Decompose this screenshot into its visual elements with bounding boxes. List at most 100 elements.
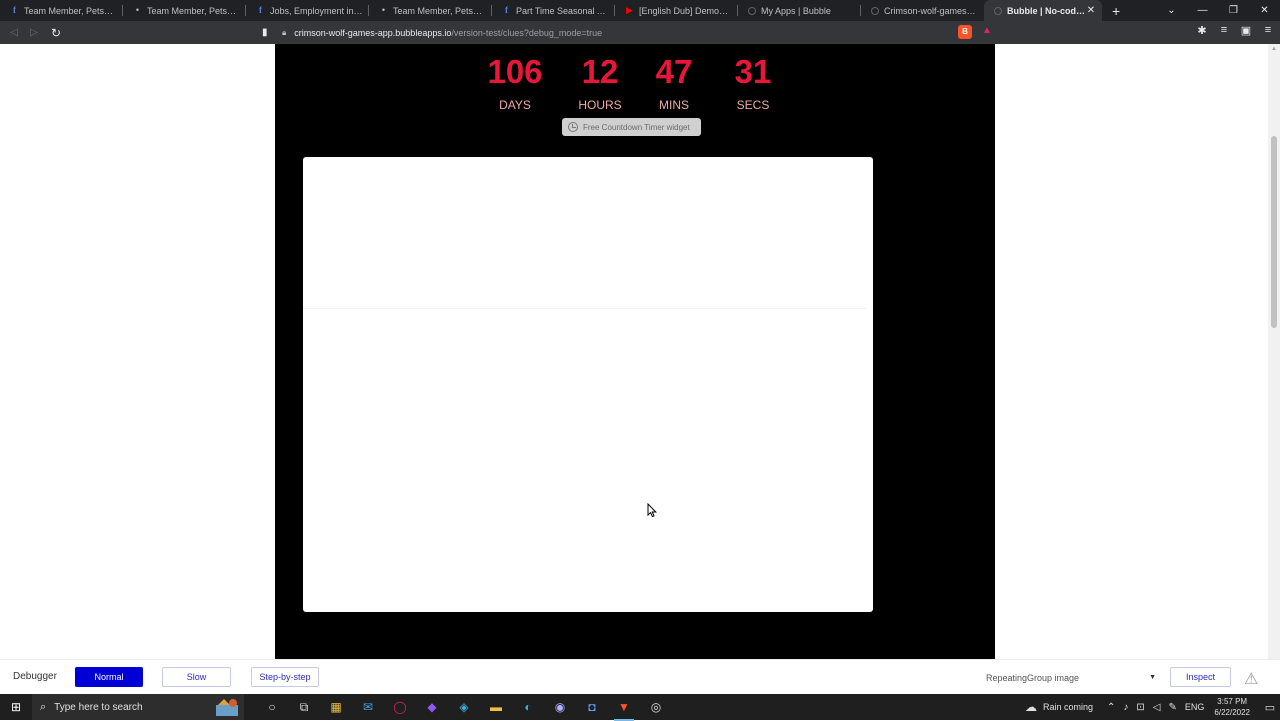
search-icon: ⌕ (40, 700, 47, 713)
countdown-widget-link[interactable]: Free Countdown Timer widget (562, 118, 701, 136)
opera-icon[interactable]: ◯ (384, 700, 416, 715)
element-select[interactable]: RepeatingGroup image ▼ (982, 668, 1162, 688)
wallet-icon[interactable]: ▣ (1240, 24, 1252, 37)
language-indicator[interactable]: ENG (1185, 702, 1205, 712)
countdown-mins: 47 MINS (654, 53, 694, 113)
youtube-icon: ▶ (626, 5, 633, 15)
chevron-down-icon: ▼ (1149, 674, 1156, 681)
tab-title: [English Dub] Demon S (639, 5, 732, 16)
tab-title: Jobs, Employment in Los Lu (270, 5, 363, 16)
page-viewport: 106 DAYS 12 HOURS 47 MINS 31 SECS Free C… (0, 44, 1268, 659)
notifications-icon[interactable]: ▭ (1260, 701, 1280, 714)
reload-icon[interactable]: ↻ (46, 26, 66, 40)
page-scrollbar[interactable]: ▲ (1268, 44, 1280, 659)
taskbar-apps: ○ ⧉ ▦ ✉ ◯ ◆ ◈ ▬ ◐ ◉ ◘ ▼ ◎ (256, 700, 672, 721)
lock-icon: 🔒︎ (282, 27, 287, 37)
normal-mode-button[interactable]: Normal (75, 667, 143, 687)
clock-date: 6/22/2022 (1214, 708, 1250, 717)
search-placeholder: Type here to search (54, 701, 143, 713)
weather-text: Rain coming (1042, 702, 1094, 712)
restore-icon[interactable]: ❐ (1218, 0, 1249, 21)
browser-tab[interactable]: f Part Time Seasonal Associ (492, 0, 615, 21)
scroll-thumb[interactable] (1271, 136, 1277, 328)
browser-tab[interactable]: My Apps | Bubble (738, 0, 861, 21)
facebook-icon: f (505, 5, 508, 15)
bubble-debugger-bar: Debugger Normal Slow Step-by-step Repeat… (0, 659, 1280, 694)
app-icon-3[interactable]: ◘ (576, 700, 608, 715)
network-icon[interactable]: ⊡ (1136, 702, 1144, 713)
app-icon-2[interactable]: ◉ (544, 700, 576, 715)
browser-tab[interactable]: f Jobs, Employment in Los Lu (246, 0, 369, 21)
microphone-icon[interactable]: ♪ (1123, 702, 1128, 713)
minimize-icon[interactable]: — (1187, 0, 1218, 21)
search-highlight-art-icon (216, 699, 238, 716)
mail-icon[interactable]: ✉ (352, 700, 384, 715)
tab-title: Bubble | No-code apps (1007, 5, 1086, 16)
hours-value: 12 (581, 53, 619, 90)
repeating-group-card (303, 157, 873, 612)
countdown-secs: 31 SECS (733, 54, 773, 113)
days-label: DAYS (499, 98, 531, 112)
tab-title: Team Member, Petsense in (147, 5, 240, 16)
rain-cloud-icon: ☁ (1024, 700, 1037, 714)
address-bar[interactable]: 🔒︎ crimson-wolf-games-app.bubbleapps.io … (282, 23, 1000, 42)
url-host: crimson-wolf-games-app.bubbleapps.io (294, 27, 452, 38)
bubble-icon (871, 6, 879, 15)
window-controls: ⌄ — ❐ ✕ (1156, 0, 1280, 21)
edge-icon[interactable]: ◐ (512, 700, 544, 715)
app-icon[interactable]: ◈ (448, 700, 480, 715)
browser-tab[interactable]: Crimson-wolf-games-app (861, 0, 984, 21)
brave-shield-icon[interactable]: B (958, 25, 972, 39)
taskbar-search[interactable]: ⌕ Type here to search (32, 694, 244, 720)
dot-icon: • (135, 5, 140, 15)
browser-toolbar: ◁ ▷ ↻ ▮ 🔒︎ crimson-wolf-games-app.bubble… (0, 21, 1280, 44)
mins-value: 47 (655, 53, 693, 90)
inspect-button[interactable]: Inspect (1170, 667, 1231, 687)
tab-title: Crimson-wolf-games-app (884, 5, 978, 16)
clock-time: 3:57 PM (1217, 697, 1248, 706)
countdown-hours: 12 HOURS (575, 53, 625, 113)
windows-start-icon[interactable]: ⊞ (0, 700, 32, 714)
forward-icon[interactable]: ▷ (24, 27, 44, 38)
slow-mode-button[interactable]: Slow (162, 667, 231, 687)
warning-icon[interactable]: ⚠ (1244, 669, 1258, 689)
extensions-icon[interactable]: ✱ (1196, 24, 1208, 37)
browser-tab[interactable]: • Team Member, Petsense in (123, 0, 246, 21)
reading-list-icon[interactable]: ≡ (1218, 24, 1230, 37)
browser-tab-strip: f Team Member, Petsense - L • Team Membe… (0, 0, 1280, 21)
tab-search-icon[interactable]: ⌄ (1156, 0, 1187, 21)
element-select-value: RepeatingGroup image (986, 673, 1080, 683)
chrome-app-icon[interactable]: ◎ (640, 700, 672, 715)
cortana-icon[interactable]: ○ (256, 700, 288, 715)
step-by-step-button[interactable]: Step-by-step (251, 667, 319, 687)
widget-link-label: Free Countdown Timer widget (583, 122, 690, 132)
obsidian-icon[interactable]: ◆ (416, 700, 448, 715)
weather-widget[interactable]: ☁ Rain coming (1025, 700, 1093, 714)
browser-tab[interactable]: ▶ [English Dub] Demon S (615, 0, 738, 21)
menu-icon[interactable]: ≡ (1262, 24, 1274, 37)
close-window-icon[interactable]: ✕ (1249, 0, 1280, 21)
system-tray: ☁ Rain coming ⌃ ♪ ⊡ ◁ ✎ ENG 3:57 PM 6/22… (1025, 694, 1280, 720)
debugger-label: Debugger (13, 671, 57, 682)
tab-title: My Apps | Bubble (761, 5, 831, 16)
browser-tab[interactable]: • Team Member, Petsense in (369, 0, 492, 21)
secs-label: SECS (736, 98, 770, 112)
scroll-up-icon[interactable]: ▲ (1271, 46, 1277, 52)
tray-clock[interactable]: 3:57 PM 6/22/2022 (1214, 696, 1250, 718)
brave-browser-icon[interactable]: ▼ (608, 700, 640, 721)
browser-tab-active[interactable]: Bubble | No-code apps ✕ (984, 0, 1102, 21)
back-icon[interactable]: ◁ (4, 27, 24, 38)
file-explorer-icon[interactable]: ▬ (480, 700, 512, 715)
bookmark-icon[interactable]: ▮ (262, 27, 274, 38)
new-tab-button[interactable]: + (1112, 3, 1120, 19)
tray-icons: ⌃ ♪ ⊡ ◁ ✎ (1107, 702, 1177, 713)
calculator-icon[interactable]: ▦ (320, 700, 352, 715)
brave-rewards-icon[interactable]: ▲ (982, 25, 992, 36)
pen-icon[interactable]: ✎ (1169, 702, 1177, 713)
chevron-up-icon[interactable]: ⌃ (1107, 702, 1115, 713)
clock-icon (568, 122, 578, 132)
browser-tab[interactable]: f Team Member, Petsense - L (0, 0, 123, 21)
task-view-icon[interactable]: ⧉ (288, 700, 320, 715)
volume-icon[interactable]: ◁ (1153, 702, 1161, 713)
close-tab-icon[interactable]: ✕ (1086, 5, 1096, 16)
